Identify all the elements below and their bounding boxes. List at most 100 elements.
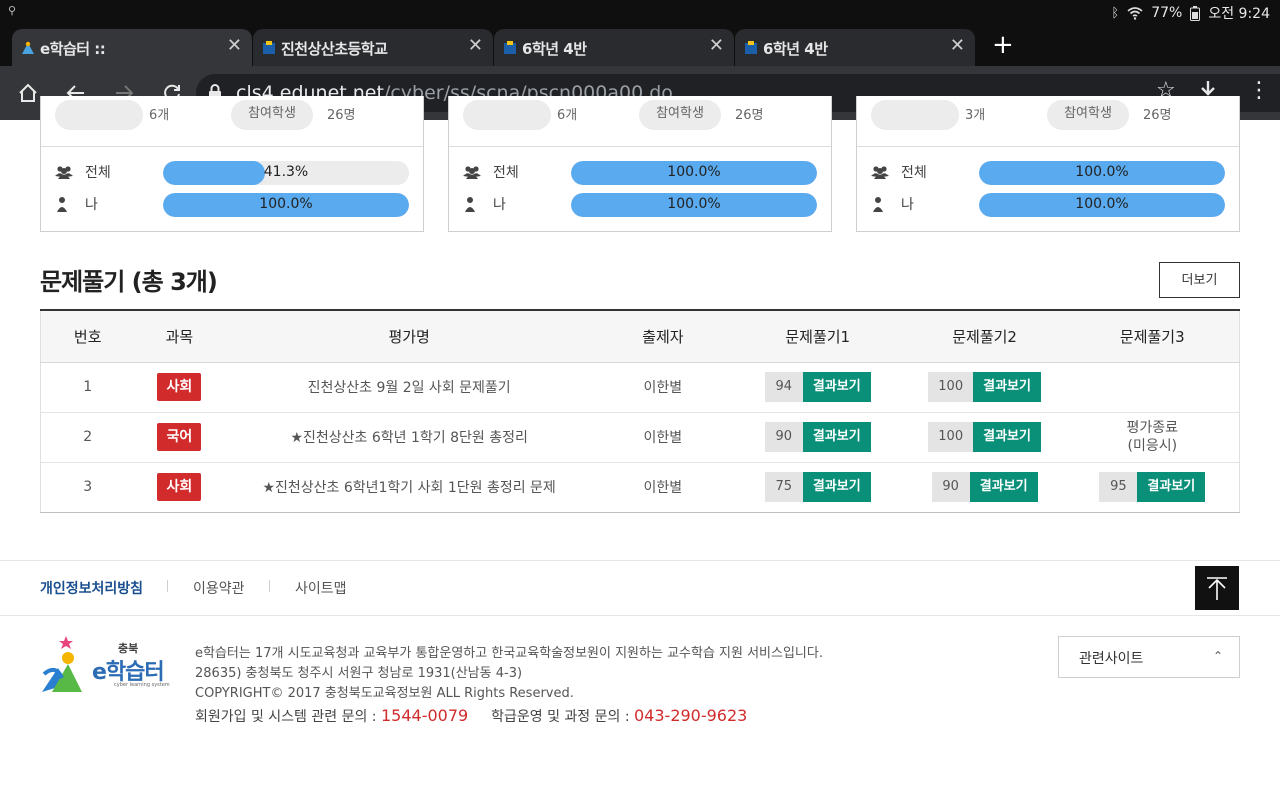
person-icon (873, 197, 883, 212)
tab-school[interactable]: 진천상산초등학교 ✕ (253, 29, 493, 66)
quiz-author: 이한별 (593, 412, 732, 463)
view-result-button[interactable]: 결과보기 (802, 372, 871, 402)
stat-row-all: 전체 100.0% (463, 161, 819, 185)
stat-row-me: 나 100.0% (463, 193, 819, 217)
participant-count: 26명 (1143, 108, 1172, 123)
score-value: 94 (764, 372, 803, 402)
divider (857, 146, 1239, 147)
system-status-bar: ⚲ ᛒ 77% 오전 9:24 (0, 0, 1280, 24)
footer-separator (269, 580, 270, 592)
view-result-button[interactable]: 결과보기 (973, 372, 1041, 402)
table-row: 3 사회 ★진천상산초 6학년1학기 사회 1단원 총정리 문제 이한별 75 … (40, 462, 1240, 513)
close-tab-icon[interactable]: ✕ (950, 35, 965, 56)
view-result-button[interactable]: 결과보기 (802, 422, 871, 452)
tab-strip: e학습터 :: ✕ 진천상산초등학교 ✕ 6학년 4반 ✕ 6학년 4반 ✕ + (0, 24, 1280, 66)
contact-number-system: 1544-0079 (380, 706, 469, 725)
arrow-up-icon (1207, 577, 1227, 600)
stat-row-me: 나 100.0% (55, 193, 411, 217)
col-header-quiz3: 문제풀기3 (1065, 310, 1240, 363)
close-tab-icon[interactable]: ✕ (227, 35, 242, 56)
quiz-title[interactable]: ★진천상산초 6학년1학기 사회 1단원 총정리 문제 (224, 462, 594, 513)
new-tab-button[interactable]: + (992, 30, 1014, 60)
stat-pill (55, 100, 143, 130)
terms-link[interactable]: 이용약관 (193, 578, 245, 598)
close-tab-icon[interactable]: ✕ (468, 35, 483, 56)
progress-bar: 41.3% (163, 161, 409, 185)
battery-icon (1190, 5, 1201, 21)
score-value: 75 (764, 472, 803, 502)
quiz-author: 이한별 (593, 362, 732, 413)
participant-pill: 참여학생 (639, 100, 721, 130)
quiz1-cell: 94 결과보기 (731, 362, 904, 413)
privacy-policy-link[interactable]: 개인정보처리방침 (40, 578, 143, 598)
stat-label: 나 (493, 197, 506, 213)
tab-class-2[interactable]: 6학년 4반 ✕ (735, 29, 975, 66)
wifi-icon (1127, 7, 1143, 20)
progress-percent: 100.0% (1075, 164, 1129, 180)
chevron-up-icon: ⌃ (1212, 649, 1223, 663)
score-group: 100 결과보기 (928, 372, 1041, 402)
close-tab-icon[interactable]: ✕ (709, 35, 724, 56)
view-result-button[interactable]: 결과보기 (1137, 472, 1206, 502)
progress-bar: 100.0% (979, 193, 1225, 217)
tab-title: 6학년 4반 (522, 40, 587, 58)
table-header-row: 번호 과목 평가명 출제자 문제풀기1 문제풀기2 문제풀기3 (40, 310, 1240, 363)
class-favicon-icon (745, 41, 757, 54)
stat-row-all: 전체 100.0% (871, 161, 1227, 185)
participant-pill: 참여학생 (231, 100, 313, 130)
footer-contact: 회원가입 및 시스템 관련 문의 : 1544-0079 학급운영 및 과정 문… (195, 706, 747, 726)
divider (449, 146, 831, 147)
tab-title: 진천상산초등학교 (281, 40, 388, 58)
home-button[interactable] (14, 79, 42, 107)
scroll-to-top-button[interactable] (1195, 566, 1239, 610)
stat-card-3: 3개 참여학생 26명 전체 100.0% 나 100.0% (856, 96, 1240, 232)
view-result-button[interactable]: 결과보기 (973, 422, 1041, 452)
stat-count: 6개 (557, 108, 578, 123)
elearning-logo: 충북 e학습터 cyber learning system (38, 634, 174, 696)
logo-tagline: cyber learning system (114, 682, 170, 688)
participant-count: 26명 (735, 108, 764, 123)
home-icon (19, 83, 37, 102)
quiz3-cell: 95 결과보기 (1065, 462, 1240, 513)
more-button[interactable]: 더보기 (1159, 262, 1240, 298)
group-icon (55, 166, 73, 179)
col-header-quiz1: 문제풀기1 (731, 310, 904, 363)
more-menu-icon[interactable]: ⋮ (1248, 78, 1270, 103)
quiz-title[interactable]: 진천상산초 9월 2일 사회 문제풀기 (224, 362, 594, 413)
stat-summary: 6개 참여학생 26명 (41, 96, 423, 146)
sitemap-link[interactable]: 사이트맵 (295, 578, 347, 598)
view-result-button[interactable]: 결과보기 (969, 472, 1038, 502)
subject-badge: 사회 (157, 373, 202, 401)
view-result-button[interactable]: 결과보기 (802, 472, 871, 502)
related-sites-dropdown[interactable]: 관련사이트 ⌃ (1058, 636, 1240, 678)
tab-elearning[interactable]: e학습터 :: ✕ (12, 29, 252, 66)
footer-separator (167, 580, 168, 592)
quiz2-cell: 100 결과보기 (903, 412, 1066, 463)
score-value: 90 (764, 422, 803, 452)
school-favicon-icon (263, 41, 275, 54)
score-value: 100 (928, 422, 974, 452)
progress-bar: 100.0% (571, 161, 817, 185)
progress-percent: 41.3% (263, 164, 309, 180)
score-group: 75 결과보기 (764, 472, 871, 502)
stat-row-me: 나 100.0% (871, 193, 1227, 217)
score-value: 95 (1099, 472, 1138, 502)
score-group: 95 결과보기 (1099, 472, 1206, 502)
related-sites-label: 관련사이트 (1079, 651, 1144, 667)
stat-summary: 3개 참여학생 26명 (857, 96, 1239, 146)
participant-pill: 참여학생 (1047, 100, 1129, 130)
quiz2-cell: 90 결과보기 (903, 462, 1066, 513)
row-number: 2 (40, 412, 135, 463)
quiz-table: 번호 과목 평가명 출제자 문제풀기1 문제풀기2 문제풀기3 1 사회 진천상… (40, 309, 1240, 513)
progress-percent: 100.0% (1075, 196, 1129, 212)
tab-class-1[interactable]: 6학년 4반 ✕ (494, 29, 734, 66)
footer-divider (0, 615, 1280, 616)
stat-label: 전체 (85, 165, 111, 181)
contact-label-system: 회원가입 및 시스템 관련 문의 : (195, 709, 381, 725)
col-header-author: 출제자 (593, 310, 732, 363)
footer-divider (0, 560, 1280, 561)
quiz-title[interactable]: ★진천상산초 6학년 1학기 8단원 총정리 (224, 412, 594, 463)
person-icon (57, 197, 67, 212)
clock: 오전 9:24 (1208, 6, 1270, 22)
tab-title: 6학년 4반 (763, 40, 828, 58)
